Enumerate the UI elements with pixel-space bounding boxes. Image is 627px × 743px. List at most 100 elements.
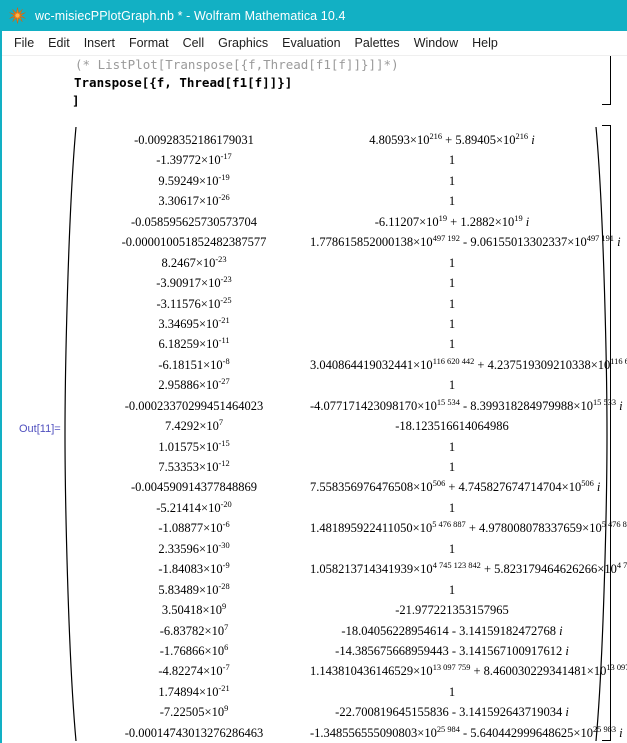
matrix-cell-col1: -1.39772×10-17 bbox=[156, 152, 232, 168]
matrix-left-paren bbox=[64, 125, 78, 743]
output-label: Out[11]= bbox=[19, 423, 61, 435]
matrix-cell-col1: 5.83489×10-28 bbox=[158, 581, 230, 597]
output-cell-bracket[interactable] bbox=[602, 125, 611, 741]
matrix-cell-col2: 1 bbox=[448, 255, 456, 270]
matrix-cell-col1: -6.83782×107 bbox=[159, 622, 229, 638]
matrix-row: -3.11576×10-25 1 bbox=[78, 294, 594, 314]
matrix-cell-col1: 3.50418×109 bbox=[161, 601, 227, 618]
output-cell[interactable]: Out[11]= -0.00928352186179031 4.80593×102… bbox=[2, 125, 627, 743]
matrix-row: -1.84083×10-9 1.058213714341939×104 745 1… bbox=[78, 559, 627, 579]
matrix-cell-col1: -1.08877×10-6 bbox=[158, 520, 230, 536]
code-comment-line[interactable]: (* ListPlot[Transpose[{f,Thread[f1[f]]}]… bbox=[2, 56, 627, 74]
matrix-cell-col2: 4.80593×10216 + 5.89405×10216 i bbox=[369, 131, 535, 147]
matrix-cell-col1: 7.4292×107 bbox=[164, 417, 224, 434]
code-line-closing-bracket[interactable]: ] bbox=[2, 92, 627, 110]
input-cell[interactable]: (* ListPlot[Transpose[{f,Thread[f1[f]]}]… bbox=[2, 56, 627, 110]
matrix-row: 1.74894×10-21 1 bbox=[78, 682, 594, 702]
matrix-row: -6.83782×107 -18.04056228954614 - 3.14159… bbox=[78, 621, 594, 641]
matrix-cell-col2: 1 bbox=[448, 316, 456, 331]
matrix-cell-col1: -1.76866×106 bbox=[159, 642, 229, 658]
matrix-cell-col1: 3.30617×10-26 bbox=[158, 193, 230, 209]
matrix-row: -7.22505×109 -22.700819645155836 - 3.1415… bbox=[78, 702, 594, 722]
matrix-cell-col2: -1.348556555090803×1025 984 - 5.64044299… bbox=[310, 724, 623, 740]
matrix-row: -1.39772×10-17 1 bbox=[78, 150, 594, 170]
window-title: wc-misiecPPlotGraph.nb * - Wolfram Mathe… bbox=[35, 8, 346, 23]
menu-item-graphics[interactable]: Graphics bbox=[211, 34, 275, 52]
matrix-row: -0.00928352186179031 4.80593×10216 + 5.89… bbox=[78, 130, 594, 150]
matrix-cell-col2: 1 bbox=[448, 194, 456, 209]
menu-item-help[interactable]: Help bbox=[465, 34, 505, 52]
matrix-row: 9.59249×10-19 1 bbox=[78, 171, 594, 191]
matrix-cell-col1: 2.33596×10-30 bbox=[158, 540, 230, 556]
menu-item-edit[interactable]: Edit bbox=[41, 34, 77, 52]
matrix-cell-col1: 8.2467×10-23 bbox=[161, 254, 227, 270]
matrix-cell-col2: -14.385675668959443 - 3.141567100917612 … bbox=[335, 643, 569, 658]
matrix-cell-col2: 1.481895922411050×105 476 887 + 4.978008… bbox=[310, 520, 627, 536]
menu-bar: File Edit Insert Format Cell Graphics Ev… bbox=[0, 31, 627, 56]
menu-item-palettes[interactable]: Palettes bbox=[348, 34, 407, 52]
matrix-cell-col1: 1.01575×10-15 bbox=[158, 438, 230, 454]
matrix-cell-col1: 6.18259×10-11 bbox=[158, 336, 230, 352]
matrix-cell-col1: -0.004590914377848869 bbox=[130, 480, 258, 495]
matrix-row: -6.18151×10-8 3.040864419032441×10116 620… bbox=[78, 355, 627, 375]
matrix-row: -0.000010051852482387577 1.77861585200013… bbox=[78, 232, 621, 252]
matrix-cell-col2: 1.778615852000138×10497 192 - 9.06155013… bbox=[310, 234, 621, 250]
matrix-cell-col1: -0.000010051852482387577 bbox=[121, 235, 267, 250]
matrix-cell-col2: 1 bbox=[448, 500, 456, 515]
matrix-cell-col2: -6.11207×1019 + 1.2882×1019 i bbox=[374, 213, 530, 229]
matrix-row: -0.058595625730573704 -6.11207×1019 + 1.2… bbox=[78, 212, 594, 232]
mathematica-spikey-icon bbox=[9, 7, 26, 24]
matrix-row: 3.50418×109 -21.977221353157965 bbox=[78, 600, 594, 620]
matrix-cell-col1: -0.058595625730573704 bbox=[130, 214, 258, 229]
menu-item-insert[interactable]: Insert bbox=[77, 34, 122, 52]
matrix-cell-col2: -22.700819645155836 - 3.141592643719034 … bbox=[335, 705, 569, 720]
menu-item-cell[interactable]: Cell bbox=[176, 34, 212, 52]
matrix-row: -0.00023370299451464023 -4.07717142309817… bbox=[78, 396, 623, 416]
matrix-cell-col1: -1.84083×10-9 bbox=[158, 561, 230, 577]
matrix-cell-col1: 2.95886×10-27 bbox=[158, 377, 230, 393]
matrix-cell-col2: 1 bbox=[448, 684, 456, 699]
matrix-cell-col1: -5.21414×10-20 bbox=[156, 499, 232, 515]
matrix-cell-col2: -21.977221353157965 bbox=[395, 603, 509, 618]
matrix-rows-container: -0.00928352186179031 4.80593×10216 + 5.89… bbox=[78, 130, 627, 743]
matrix-row: -3.90917×10-23 1 bbox=[78, 273, 594, 293]
matrix-cell-col1: -3.90917×10-23 bbox=[156, 274, 232, 291]
matrix-cell-col1: 7.53353×10-12 bbox=[158, 458, 230, 474]
matrix-cell-col2: 1 bbox=[448, 460, 456, 474]
matrix-cell-col2: 7.558356976476508×10506 + 4.745827674714… bbox=[310, 479, 601, 495]
matrix-row: 7.4292×107 -18.123516614064986 bbox=[78, 416, 594, 436]
matrix-cell-col1: -6.18151×10-8 bbox=[158, 356, 230, 372]
matrix-cell-col2: -18.123516614064986 bbox=[395, 419, 509, 434]
matrix-cell-col2: 1 bbox=[448, 378, 456, 393]
matrix-row: -0.00014743013276286463 -1.34855655509080… bbox=[78, 723, 623, 743]
menu-item-evaluation[interactable]: Evaluation bbox=[275, 34, 347, 52]
notebook-canvas[interactable]: (* ListPlot[Transpose[{f,Thread[f1[f]]}]… bbox=[2, 56, 627, 743]
matrix-cell-col1: -4.82274×10-7 bbox=[158, 663, 230, 679]
matrix-cell-col2: -4.077171423098170×1015 534 - 8.39931828… bbox=[310, 397, 623, 413]
code-line-transpose[interactable]: Transpose[{f, Thread[f1[f]]}] bbox=[2, 74, 627, 92]
matrix-row: -0.004590914377848869 7.558356976476508×1… bbox=[78, 477, 601, 497]
matrix-cell-col1: -3.11576×10-25 bbox=[156, 295, 232, 311]
matrix-cell-col1: 1.74894×10-21 bbox=[158, 683, 230, 699]
matrix-cell-col2: 1 bbox=[448, 153, 456, 168]
matrix-cell-col2: 3.040864419032441×10116 620 442 + 4.2375… bbox=[310, 356, 627, 372]
matrix-row: 5.83489×10-28 1 bbox=[78, 580, 594, 600]
matrix-cell-col1: -0.00023370299451464023 bbox=[124, 398, 264, 413]
matrix-cell-col2: 1 bbox=[448, 173, 456, 188]
matrix-row: 2.33596×10-30 1 bbox=[78, 539, 594, 559]
matrix-cell-col2: 1.058213714341939×104 745 123 842 + 5.82… bbox=[310, 561, 627, 577]
matrix-cell-col1: -7.22505×109 bbox=[159, 704, 229, 720]
matrix-row: -1.76866×106 -14.385675668959443 - 3.1415… bbox=[78, 641, 594, 661]
menu-item-format[interactable]: Format bbox=[122, 34, 176, 52]
menu-item-window[interactable]: Window bbox=[407, 34, 465, 52]
matrix-cell-col2: -18.04056228954614 - 3.14159182472768 i bbox=[341, 623, 563, 638]
title-bar: wc-misiecPPlotGraph.nb * - Wolfram Mathe… bbox=[0, 0, 627, 31]
matrix-row: 3.34695×10-21 1 bbox=[78, 314, 594, 334]
matrix-row: 8.2467×10-23 1 bbox=[78, 253, 594, 273]
menu-item-file[interactable]: File bbox=[7, 34, 41, 52]
matrix-cell-col2: 1 bbox=[448, 296, 456, 311]
matrix-cell-col1: -0.00928352186179031 bbox=[134, 133, 254, 147]
input-cell-bracket[interactable] bbox=[602, 56, 611, 105]
matrix-cell-col2: 1 bbox=[448, 276, 456, 291]
matrix-cell-col1: 3.34695×10-21 bbox=[158, 315, 230, 331]
